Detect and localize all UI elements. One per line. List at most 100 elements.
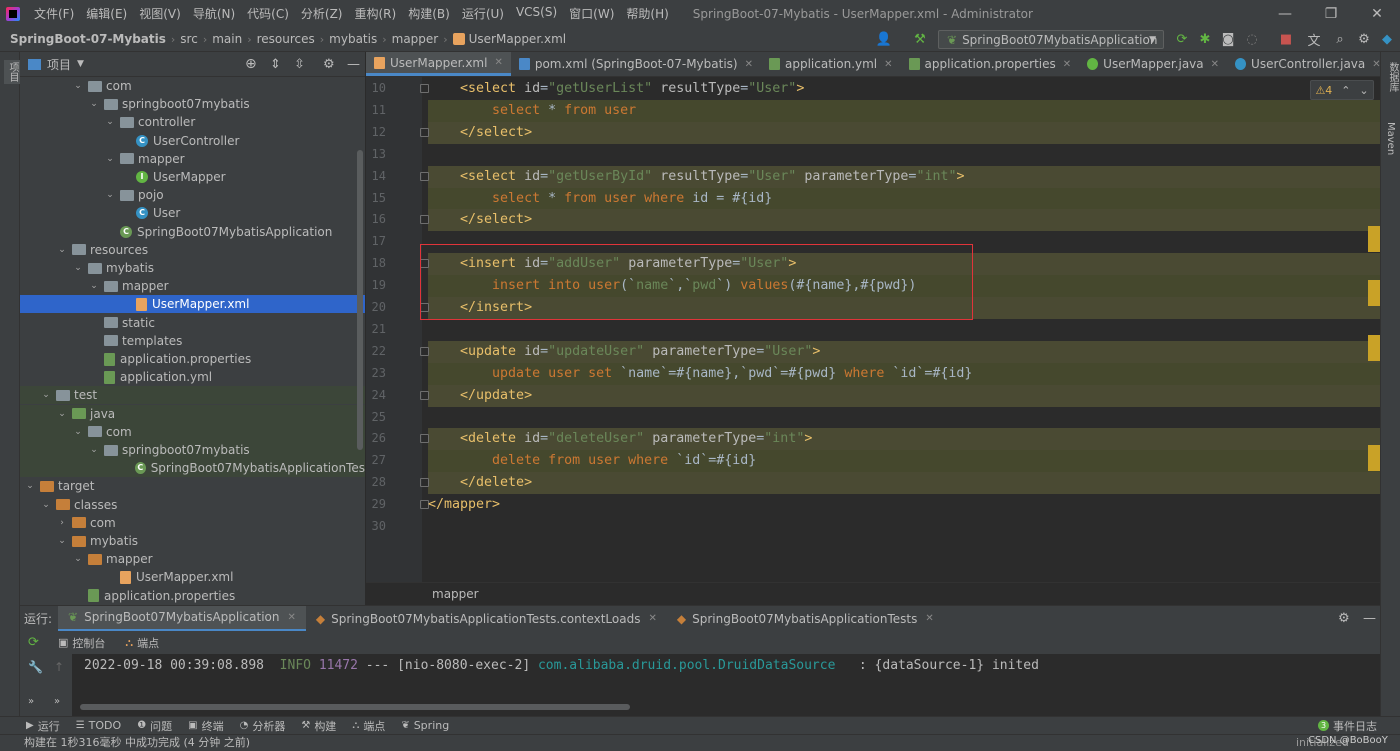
tree-item[interactable]: application.properties [20, 350, 365, 368]
warning-count[interactable]: ⚠4 [1315, 84, 1332, 97]
chevron-down-icon[interactable]: ⌄ [88, 445, 100, 455]
collapse-all-icon[interactable]: ⇳ [294, 57, 305, 72]
breadcrumb-item[interactable]: resources [252, 32, 320, 46]
tree-item[interactable]: ⌄ com [20, 77, 365, 95]
minimize-button[interactable]: — [1262, 0, 1308, 27]
tree-item[interactable]: ⌄ springboot07mybatis [20, 441, 365, 459]
chevron-down-icon[interactable]: ⌄ [40, 500, 52, 510]
plugin-icon[interactable]: ◆ [1379, 31, 1395, 47]
endpoints-tab[interactable]: 端点 [137, 635, 159, 651]
chevron-down-icon[interactable]: ⌄ [72, 81, 84, 91]
close-icon[interactable]: ✕ [1211, 59, 1219, 70]
hide-icon[interactable]: — [347, 57, 360, 72]
menu-item[interactable]: 视图(V) [133, 5, 187, 22]
tree-item[interactable]: static [20, 314, 365, 332]
change-marker[interactable] [1368, 445, 1380, 471]
menu-item[interactable]: 文件(F) [28, 5, 80, 22]
expand-icon[interactable]: » [28, 696, 34, 707]
chevron-down-icon[interactable]: ⌄ [72, 263, 84, 273]
tree-item[interactable]: ⌄ com [20, 422, 365, 441]
coverage-icon[interactable]: ◙ [1220, 31, 1236, 47]
console-output[interactable]: 🔧 ↑ » » 2022-09-18 00:39:08.898 INFO 114… [20, 654, 1380, 716]
search-icon[interactable]: ⌕ [1332, 31, 1348, 47]
menu-item[interactable]: 导航(N) [187, 5, 241, 22]
tool-window-button[interactable]: ◔ 分析器 [240, 718, 286, 734]
chevron-right-icon[interactable]: › [56, 518, 68, 528]
tree-item[interactable]: ⌄ mapper [20, 150, 365, 168]
chevron-down-icon[interactable]: ⌄ [40, 390, 52, 400]
editor-tab[interactable]: UserMapper.xml ✕ [366, 52, 511, 76]
tree-item[interactable]: C User [20, 204, 365, 222]
tree-item[interactable]: I UserMapper [20, 168, 365, 186]
chevron-down-icon[interactable]: ⌄ [104, 154, 116, 164]
translate-icon[interactable]: 文 [1306, 31, 1322, 49]
close-icon[interactable]: ✕ [494, 57, 502, 68]
locate-icon[interactable]: ⊕ [245, 56, 257, 72]
chevron-down-icon[interactable]: ⌄ [56, 245, 68, 255]
more-icon[interactable]: » [54, 696, 60, 707]
tree-item[interactable]: ⌄ java [20, 404, 365, 423]
tree-item[interactable]: C SpringBoot07MybatisApplicationTes [20, 459, 365, 478]
wrench-icon[interactable]: 🔧 [28, 660, 43, 674]
tool-window-button[interactable]: ❦ Spring [401, 718, 449, 734]
tree-item[interactable]: ⌄ test [20, 386, 365, 405]
run-tab[interactable]: ❦ SpringBoot07MybatisApplication ✕ [58, 605, 306, 632]
chevron-down-icon[interactable]: ⌄ [104, 117, 116, 127]
gear-icon[interactable]: ⚙ [1338, 611, 1350, 626]
tool-window-button[interactable]: ▶ 运行 [26, 718, 60, 734]
chevron-down-icon[interactable]: ⌄ [88, 99, 100, 109]
close-icon[interactable]: ✕ [648, 613, 656, 624]
editor-tab[interactable]: pom.xml (SpringBoot-07-Mybatis) ✕ [511, 52, 761, 76]
menu-item[interactable]: 帮助(H) [620, 5, 674, 22]
menu-item[interactable]: 窗口(W) [563, 5, 620, 22]
chevron-down-icon[interactable]: ⌄ [56, 536, 68, 546]
tool-window-button[interactable]: ⚒ 构建 [301, 718, 336, 734]
close-icon[interactable]: ✕ [1372, 59, 1380, 70]
tool-window-button[interactable]: ☰ TODO [76, 718, 121, 734]
tree-item[interactable]: ⌄ classes [20, 496, 365, 514]
profile-icon[interactable]: ◌ [1244, 31, 1260, 47]
gear-icon[interactable]: ⚙ [323, 57, 335, 72]
hide-icon[interactable]: — [1363, 611, 1376, 626]
user-icon[interactable]: 👤 [876, 31, 892, 47]
tool-window-button[interactable]: ⛬ 端点 [352, 718, 385, 734]
change-marker[interactable] [1368, 226, 1380, 252]
expand-all-icon[interactable]: ⇕ [270, 57, 281, 72]
rerun-icon[interactable]: ⟳ [1174, 31, 1190, 47]
editor-tab[interactable]: application.properties ✕ [901, 52, 1080, 76]
chevron-down-icon[interactable]: ⌄ [72, 427, 84, 437]
menu-item[interactable]: 代码(C) [241, 5, 295, 22]
run-tab[interactable]: ◆ SpringBoot07MybatisApplicationTests ✕ [667, 606, 944, 632]
chevron-down-icon[interactable]: ⌄ [88, 281, 100, 291]
editor-tab[interactable]: application.yml ✕ [761, 52, 901, 76]
chevron-down-icon[interactable]: ⌄ [104, 190, 116, 200]
menu-item[interactable]: 构建(B) [402, 5, 456, 22]
run-tab[interactable]: ◆ SpringBoot07MybatisApplicationTests.con… [306, 606, 667, 632]
tool-window-button[interactable]: ▣ 终端 [188, 718, 223, 734]
tree-item[interactable]: C UserController [20, 132, 365, 150]
stop-icon[interactable]: ■ [1278, 31, 1294, 47]
tree-item[interactable]: UserMapper.xml [20, 568, 365, 586]
up-arrow-icon[interactable]: ↑ [54, 660, 64, 674]
chevron-down-icon[interactable]: ⌄ [56, 409, 68, 419]
menu-item[interactable]: 编辑(E) [80, 5, 133, 22]
tree-item[interactable]: templates [20, 332, 365, 350]
menu-item[interactable]: 分析(Z) [295, 5, 349, 22]
tree-item[interactable]: ⌄ mapper [20, 277, 365, 295]
rerun-icon[interactable]: ⟳ [28, 635, 39, 650]
next-highlight-icon[interactable]: ⌄ [1359, 84, 1368, 97]
breadcrumb-item[interactable]: mybatis [324, 32, 382, 46]
close-icon[interactable]: ✕ [288, 612, 296, 623]
breadcrumb-item[interactable]: SpringBoot-07-Mybatis [0, 32, 171, 46]
console-tab[interactable]: 控制台 [72, 635, 105, 651]
close-icon[interactable]: ✕ [884, 59, 892, 70]
tree-item[interactable]: C SpringBoot07MybatisApplication [20, 223, 365, 241]
project-panel-title[interactable]: 项目 [47, 56, 71, 73]
tree-item[interactable]: ⌄ mapper [20, 550, 365, 568]
breadcrumb-item[interactable]: main [207, 32, 247, 46]
debug-icon[interactable]: ✱ [1197, 31, 1213, 47]
console-scrollbar[interactable] [80, 704, 630, 710]
previous-highlight-icon[interactable]: ⌃ [1341, 84, 1350, 97]
tree-item[interactable]: ⌄ resources [20, 241, 365, 259]
change-marker[interactable] [1368, 335, 1380, 361]
